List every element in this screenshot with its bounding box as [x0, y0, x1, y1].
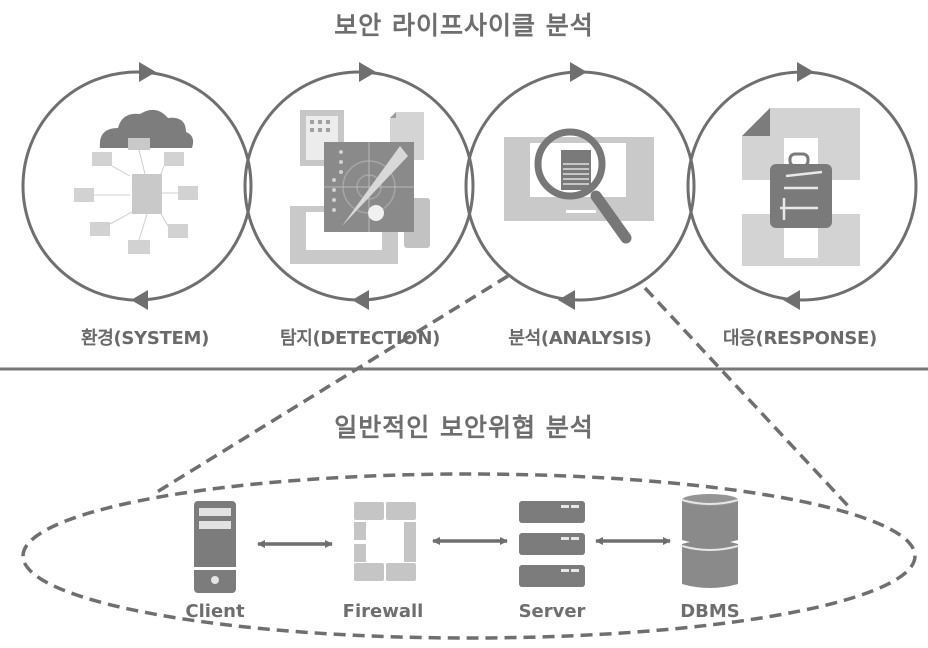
- stage-label-system: 환경(SYSTEM): [80, 328, 210, 349]
- node-label-server: Server: [518, 601, 586, 622]
- arrowhead-top-icon: [797, 62, 814, 82]
- arrowhead-top-icon: [359, 62, 376, 82]
- arrowhead-bottom-icon: [131, 290, 148, 310]
- arrowhead-bottom-icon: [352, 290, 369, 310]
- node-label-dbms: DBMS: [680, 601, 740, 622]
- cloud-network-icon: [74, 109, 198, 254]
- arrowhead-top-icon: [570, 62, 587, 82]
- node-label-client: Client: [185, 601, 245, 622]
- stage-label-detection: 탐지(DETECTION): [279, 328, 441, 349]
- stage-label-response: 대응(RESPONSE): [723, 328, 877, 349]
- firewall-icon: [354, 502, 416, 581]
- arrowhead-top-icon: [139, 62, 156, 82]
- magnifier-document-icon: [504, 128, 654, 244]
- database-icon: [681, 494, 739, 588]
- server-rack-icon: [519, 501, 585, 587]
- radar-detection-icon: [290, 110, 430, 264]
- toolkit-document-icon: [742, 108, 860, 266]
- arrowhead-bottom-icon: [558, 290, 575, 310]
- arrowhead-bottom-icon: [783, 290, 800, 310]
- client-device-icon: [194, 501, 236, 593]
- node-label-firewall: Firewall: [342, 601, 424, 622]
- connection-arrows: [257, 537, 671, 548]
- stage-label-analysis: 분석(ANALYSIS): [508, 328, 652, 349]
